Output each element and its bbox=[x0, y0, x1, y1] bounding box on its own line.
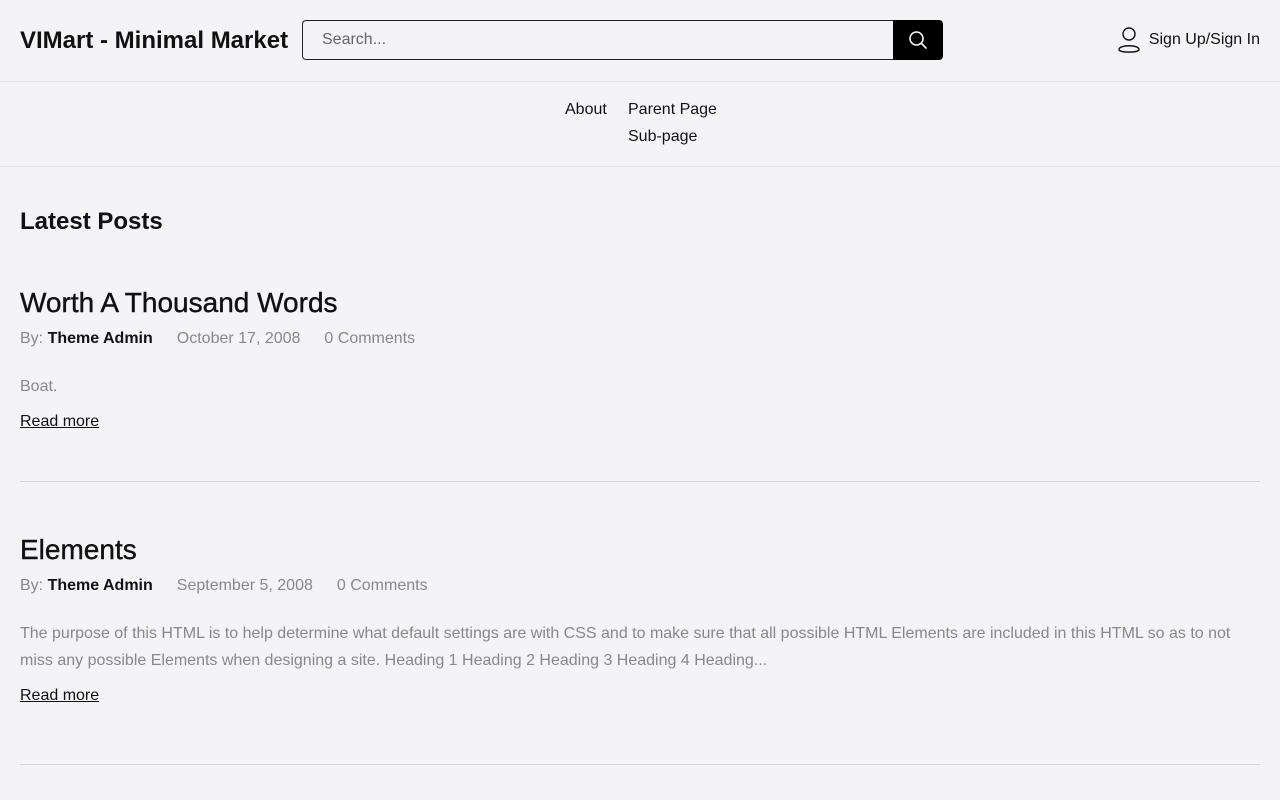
main-content: Latest Posts Worth A Thousand Words By: … bbox=[0, 207, 1280, 765]
post-date: September 5, 2008 bbox=[176, 577, 313, 594]
read-more-link[interactable]: Read more bbox=[20, 412, 99, 432]
read-more-link[interactable]: Read more bbox=[20, 686, 99, 706]
search-form bbox=[302, 20, 943, 60]
post-meta: By: Theme Admin September 5, 2008 0 Comm… bbox=[20, 576, 1260, 596]
account-label: Sign Up/Sign In bbox=[1148, 31, 1260, 48]
post-author: By: Theme Admin bbox=[20, 329, 153, 349]
search-button[interactable] bbox=[893, 20, 943, 60]
by-label: By: bbox=[20, 577, 44, 594]
post-item: Elements By: Theme Admin September 5, 20… bbox=[20, 532, 1260, 765]
site-title[interactable]: VIMart - Minimal Market bbox=[20, 27, 288, 55]
post-excerpt: Boat. bbox=[20, 378, 58, 395]
nav-item-about[interactable]: About bbox=[565, 101, 607, 119]
account-link[interactable]: Sign Up/Sign In bbox=[1117, 26, 1260, 54]
search-input[interactable] bbox=[302, 20, 893, 60]
post-meta: By: Theme Admin October 17, 2008 0 Comme… bbox=[20, 329, 1260, 349]
author-link[interactable]: Theme Admin bbox=[48, 577, 153, 594]
post-excerpt: The purpose of this HTML is to help dete… bbox=[20, 625, 1231, 669]
post-comments[interactable]: 0 Comments bbox=[324, 329, 415, 349]
post-author: By: Theme Admin bbox=[20, 576, 153, 596]
section-title: Latest Posts bbox=[20, 208, 163, 235]
nav-item-sub-page[interactable]: Sub-page bbox=[628, 128, 697, 146]
by-label: By: bbox=[20, 330, 44, 347]
post-comments[interactable]: 0 Comments bbox=[337, 576, 428, 596]
post-title[interactable]: Elements bbox=[20, 532, 1260, 568]
search-icon bbox=[909, 31, 927, 49]
post-title[interactable]: Worth A Thousand Words bbox=[20, 285, 1260, 321]
post-date: October 17, 2008 bbox=[176, 330, 301, 347]
nav-item-parent-page[interactable]: Parent Page bbox=[628, 101, 717, 119]
user-icon bbox=[1118, 27, 1140, 53]
author-link[interactable]: Theme Admin bbox=[48, 330, 153, 347]
main-nav: About Parent Page Sub-page bbox=[0, 82, 1280, 167]
site-header: VIMart - Minimal Market Sign Up/Sign In bbox=[0, 0, 1280, 82]
post-item: Worth A Thousand Words By: Theme Admin O… bbox=[20, 285, 1260, 482]
